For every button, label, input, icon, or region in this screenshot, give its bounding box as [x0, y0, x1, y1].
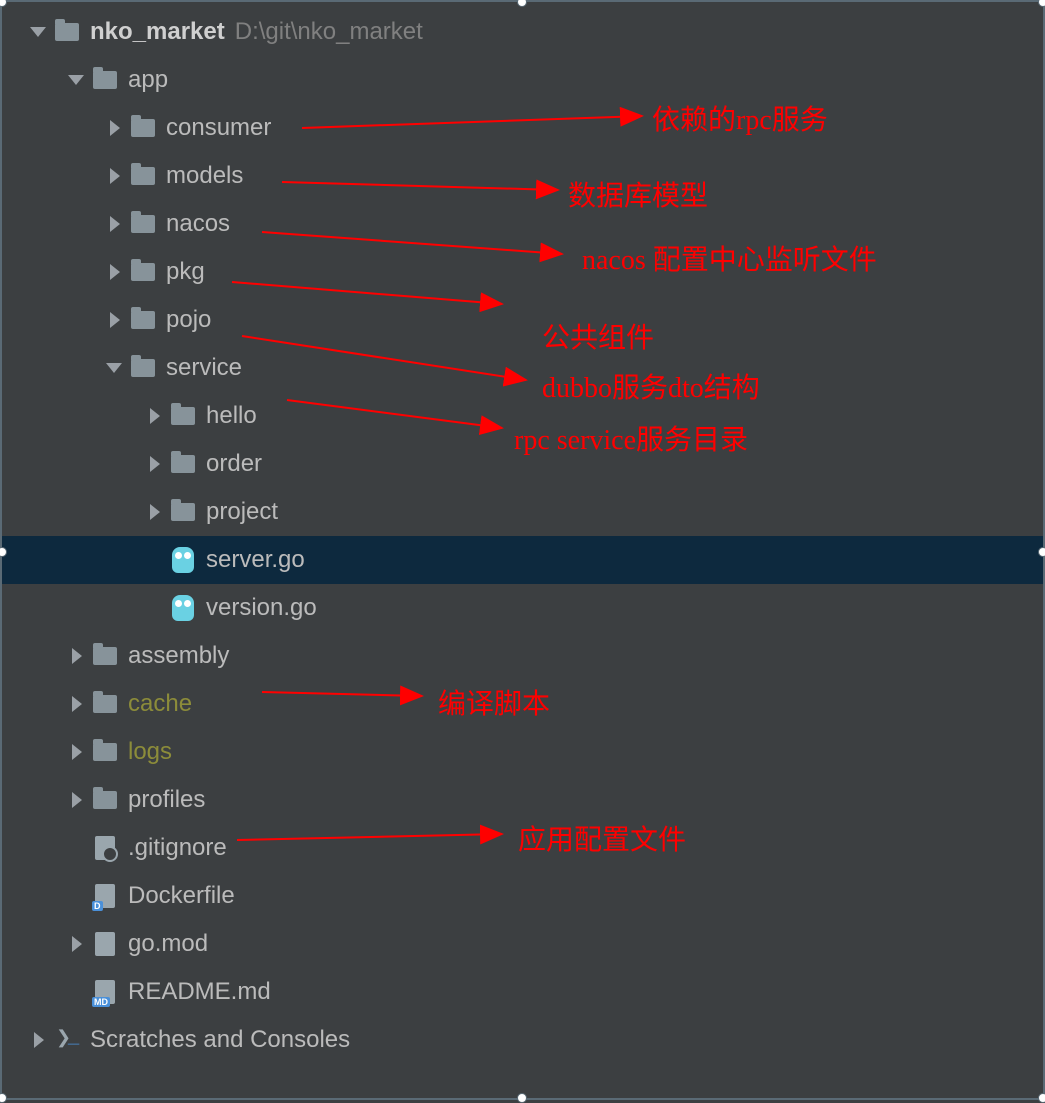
folder-label: models — [166, 162, 243, 190]
folder-label: consumer — [166, 114, 271, 142]
chevron-right-icon[interactable] — [106, 263, 124, 281]
chevron-right-icon[interactable] — [68, 695, 86, 713]
folder-label: logs — [128, 738, 172, 766]
folder-hello[interactable]: hello — [2, 392, 1043, 440]
folder-pojo[interactable]: pojo — [2, 296, 1043, 344]
folder-label: service — [166, 354, 242, 382]
folder-icon — [92, 643, 118, 669]
folder-models[interactable]: models — [2, 152, 1043, 200]
selection-handle — [1038, 547, 1045, 557]
folder-icon — [54, 19, 80, 45]
folder-icon — [130, 163, 156, 189]
folder-icon — [170, 499, 196, 525]
scratches-icon — [54, 1027, 80, 1053]
gomod-file-icon — [92, 931, 118, 957]
scratches-and-consoles[interactable]: Scratches and Consoles — [2, 1016, 1043, 1064]
folder-label: nacos — [166, 210, 230, 238]
folder-nacos[interactable]: nacos — [2, 200, 1043, 248]
folder-pkg[interactable]: pkg — [2, 248, 1043, 296]
folder-consumer[interactable]: consumer — [2, 104, 1043, 152]
selection-handle — [1038, 1093, 1045, 1103]
chevron-down-icon[interactable] — [68, 71, 86, 89]
chevron-right-icon[interactable] — [68, 647, 86, 665]
folder-icon — [170, 451, 196, 477]
file-version-go[interactable]: version.go — [2, 584, 1043, 632]
folder-label: profiles — [128, 786, 205, 814]
chevron-right-icon[interactable] — [106, 119, 124, 137]
folder-service[interactable]: service — [2, 344, 1043, 392]
folder-icon — [92, 67, 118, 93]
folder-cache[interactable]: cache — [2, 680, 1043, 728]
folder-project[interactable]: project — [2, 488, 1043, 536]
folder-icon — [130, 355, 156, 381]
folder-icon — [130, 115, 156, 141]
file-label: version.go — [206, 594, 317, 622]
folder-label: cache — [128, 690, 192, 718]
chevron-right-icon[interactable] — [106, 167, 124, 185]
folder-icon — [92, 691, 118, 717]
file-label: server.go — [206, 546, 305, 574]
folder-icon — [92, 787, 118, 813]
folder-logs[interactable]: logs — [2, 728, 1043, 776]
file-label: go.mod — [128, 930, 208, 958]
selection-handle — [1038, 0, 1045, 7]
markdown-file-icon — [92, 979, 118, 1005]
file-dockerfile[interactable]: Dockerfile — [2, 872, 1043, 920]
folder-assembly[interactable]: assembly — [2, 632, 1043, 680]
tree-root[interactable]: nko_market D:\git\nko_market — [2, 8, 1043, 56]
folder-label: assembly — [128, 642, 229, 670]
project-tree[interactable]: nko_market D:\git\nko_market app consume… — [2, 2, 1043, 1064]
chevron-right-icon[interactable] — [68, 743, 86, 761]
scratches-label: Scratches and Consoles — [90, 1026, 350, 1054]
folder-profiles[interactable]: profiles — [2, 776, 1043, 824]
chevron-right-icon[interactable] — [106, 215, 124, 233]
chevron-right-icon[interactable] — [106, 311, 124, 329]
file-gitignore[interactable]: .gitignore — [2, 824, 1043, 872]
folder-label: project — [206, 498, 278, 526]
folder-label: hello — [206, 402, 257, 430]
file-label: README.md — [128, 978, 271, 1006]
selection-handle — [0, 1093, 7, 1103]
folder-icon — [130, 211, 156, 237]
file-gomod[interactable]: go.mod — [2, 920, 1043, 968]
chevron-right-icon[interactable] — [146, 407, 164, 425]
gitignore-file-icon — [92, 835, 118, 861]
chevron-right-icon[interactable] — [30, 1031, 48, 1049]
docker-file-icon — [92, 883, 118, 909]
go-file-icon — [170, 547, 196, 573]
chevron-right-icon[interactable] — [146, 503, 164, 521]
folder-icon — [130, 307, 156, 333]
chevron-right-icon[interactable] — [146, 455, 164, 473]
folder-label: order — [206, 450, 262, 478]
folder-icon — [92, 739, 118, 765]
folder-label: pojo — [166, 306, 211, 334]
root-name: nko_market — [90, 18, 225, 46]
folder-icon — [130, 259, 156, 285]
chevron-right-icon[interactable] — [68, 935, 86, 953]
folder-order[interactable]: order — [2, 440, 1043, 488]
file-label: .gitignore — [128, 834, 227, 862]
root-path: D:\git\nko_market — [235, 18, 423, 46]
file-label: Dockerfile — [128, 882, 235, 910]
chevron-right-icon[interactable] — [68, 791, 86, 809]
go-file-icon — [170, 595, 196, 621]
folder-label: app — [128, 66, 168, 94]
file-server-go[interactable]: server.go — [2, 536, 1043, 584]
chevron-down-icon[interactable] — [106, 359, 124, 377]
folder-app[interactable]: app — [2, 56, 1043, 104]
folder-icon — [170, 403, 196, 429]
folder-label: pkg — [166, 258, 205, 286]
selection-handle — [517, 1093, 527, 1103]
file-readme[interactable]: README.md — [2, 968, 1043, 1016]
chevron-down-icon[interactable] — [30, 23, 48, 41]
